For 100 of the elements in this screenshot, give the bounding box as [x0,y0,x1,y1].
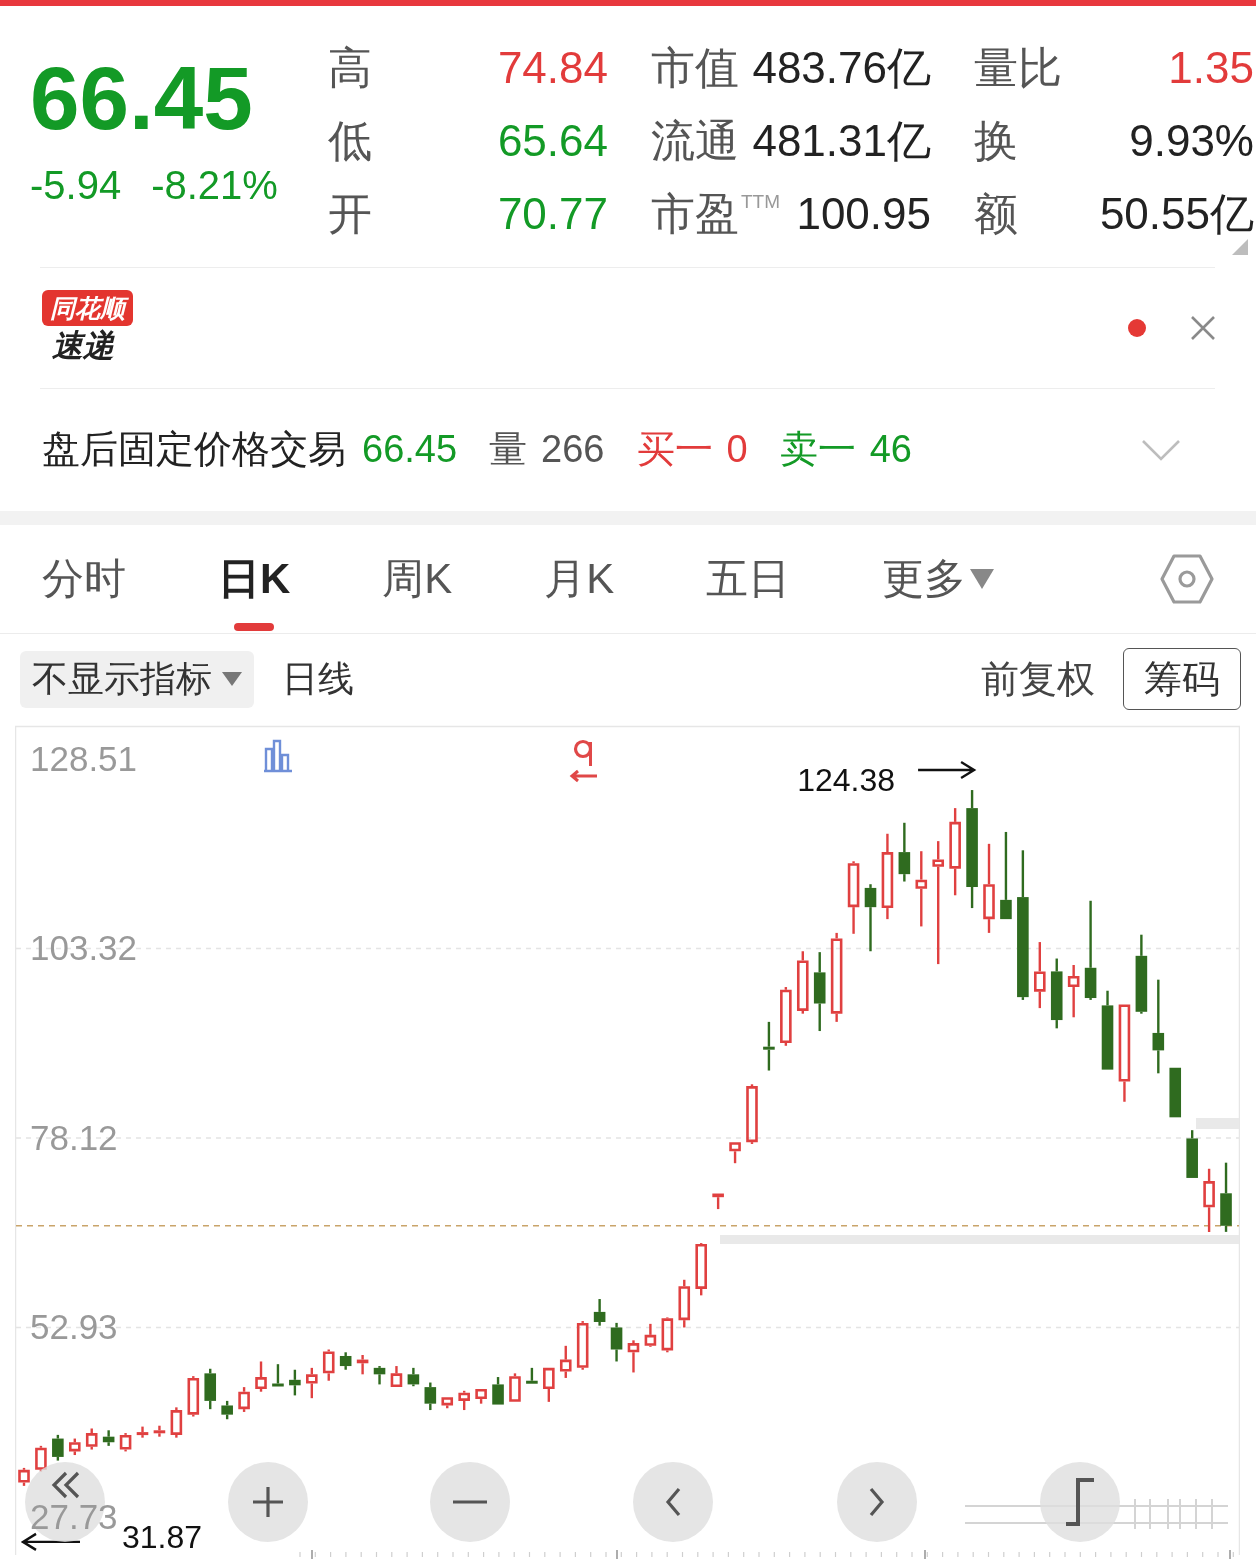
bar-chart-icon[interactable] [262,739,294,773]
indicator-dropdown[interactable]: 不显示指标 [20,650,254,708]
axis-label: 128.51 [30,744,138,774]
tab[interactable]: 周K [382,525,453,633]
candle [509,1373,521,1402]
candle [1186,1130,1198,1178]
candle [898,822,911,882]
candle [238,1387,250,1412]
caret-icon [970,569,995,589]
candle [339,1352,352,1370]
stat-label: 量比 [974,44,1062,93]
candle [187,1376,200,1417]
candle [644,1323,657,1347]
minus-icon [453,1500,487,1504]
stat-value: 74.84 [497,44,608,93]
stat-value: 50.55亿 [1099,190,1254,239]
stat-value: 481.31亿 [752,117,931,166]
volume-label: 量 [489,427,528,473]
stat-value: 483.76亿 [752,44,931,93]
logo-tag: 同花顺 [42,290,133,326]
chevron-icon[interactable] [1141,438,1181,462]
candle [390,1366,403,1388]
leader-arrow [916,760,977,780]
ask-value: 46 [869,427,912,473]
candle [441,1397,454,1409]
bid-label: 买一 [636,427,713,473]
candle [543,1367,555,1402]
percent-change: -8.21% [151,165,278,205]
chips-button[interactable]: 筹码 [1123,648,1241,710]
stat-value: 70.77 [497,190,608,239]
candle [373,1366,386,1385]
axis-label: 27.73 [30,1502,118,1532]
candle [69,1438,81,1456]
candle [1203,1168,1215,1232]
candle [306,1367,318,1399]
tab[interactable]: 日K [218,525,291,633]
axis-label: 78.12 [30,1123,118,1153]
candle [746,1084,758,1144]
candle [18,1467,30,1486]
candle [119,1433,132,1452]
adjust-toggle[interactable]: 前复权 [981,650,1095,708]
candle [35,1445,47,1472]
candle [1067,965,1080,1018]
stat-label: 额 [974,190,1018,239]
candle [52,1434,64,1461]
stat-value: 65.64 [497,117,608,166]
arrow-marker-icon[interactable] [569,739,599,783]
candle [475,1389,487,1404]
logo-text: 速递 [51,327,114,365]
candle [610,1322,623,1362]
candle [407,1367,420,1387]
candle [136,1426,149,1438]
double-chevron-left-icon [49,1471,81,1499]
volume-value: 266 [541,427,605,473]
candle [712,1193,724,1210]
candle [272,1364,284,1387]
stat-label: 换 [974,117,1018,166]
bid-value: 0 [726,427,748,473]
caret-icon [222,672,242,686]
candle [170,1407,183,1438]
candle [492,1377,504,1405]
stat-value: 100.95 [796,190,931,239]
chevron-left-icon [665,1487,681,1517]
candle [864,884,877,952]
candle [1050,958,1063,1029]
candle [255,1361,267,1392]
more-dropdown-tab[interactable]: 更多 [882,525,995,633]
candle [763,1021,775,1071]
close-icon[interactable] [1190,315,1216,341]
tab[interactable]: 五日 [706,525,791,633]
candle [424,1382,437,1411]
last-price: 66.45 [30,54,253,143]
candle [85,1428,98,1450]
settings-icon[interactable] [1160,554,1214,604]
candle [627,1340,640,1373]
high-price-label: 124.38 [797,762,896,799]
after-hours-price: 66.45 [362,427,458,473]
stat-label: 流通 [651,117,739,166]
stat-label: 市值 [651,44,739,93]
candle [695,1243,707,1296]
low-price-label: 31.87 [122,1518,203,1555]
candle [221,1400,233,1420]
chevron-right-icon [869,1487,885,1517]
candle [780,987,792,1046]
plus-icon [252,1486,284,1518]
ask-label: 卖一 [779,427,856,473]
candle [322,1349,335,1381]
tab[interactable]: 分时 [42,525,126,633]
candle [356,1355,369,1375]
stat-label: 高 [328,44,372,93]
stat-label: 开 [328,190,372,239]
candle [1220,1162,1232,1232]
candle [153,1425,166,1437]
candle [559,1345,572,1378]
corner-triangle-icon [1232,239,1248,255]
step-line-icon [1065,1478,1095,1526]
tab[interactable]: 月K [544,525,615,633]
candle [576,1321,589,1370]
candle [1034,942,1046,1009]
candle [1169,1067,1182,1118]
